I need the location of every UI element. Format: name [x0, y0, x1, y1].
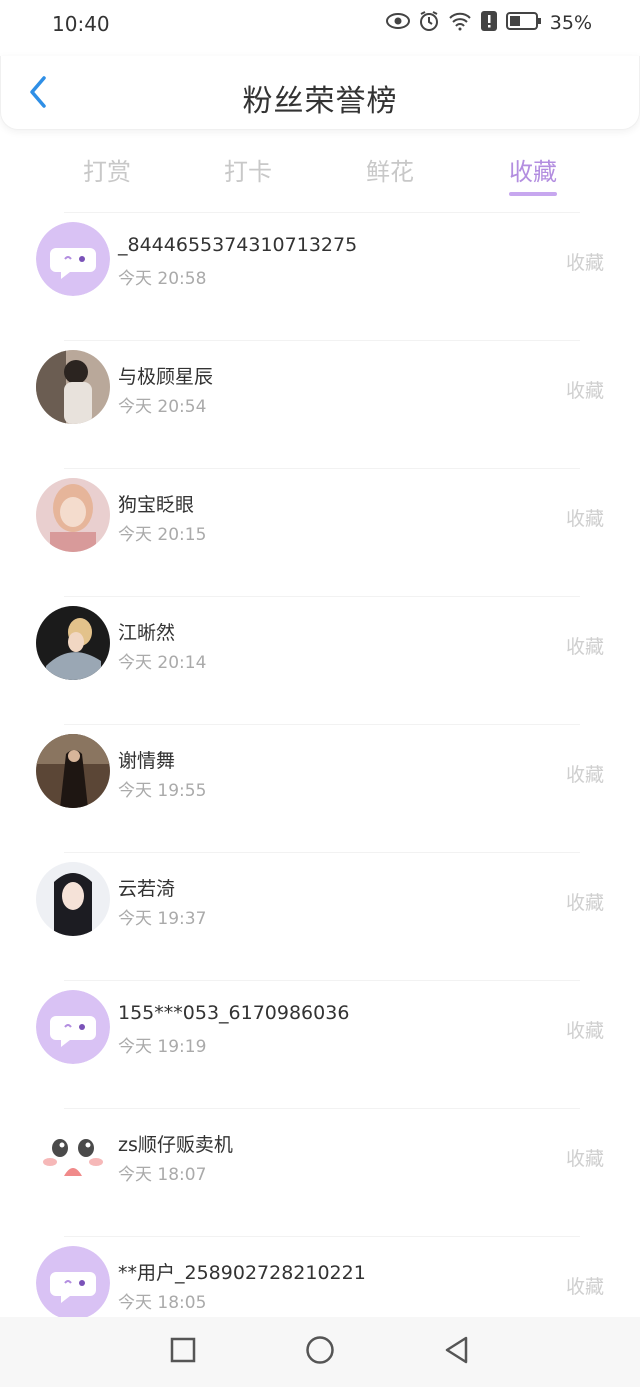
user-name: 与极顾星辰: [118, 366, 214, 388]
recents-button[interactable]: [166, 1335, 200, 1369]
wifi-icon: [448, 11, 472, 35]
divider: [64, 980, 580, 981]
action-label: 收藏: [565, 1020, 604, 1042]
divider: [64, 596, 580, 597]
list-item[interactable]: 与极顾星辰 今天 20:54 收藏: [0, 340, 640, 468]
action-label: 收藏: [565, 1276, 604, 1298]
alarm-icon: [418, 10, 440, 36]
action-label: 收藏: [565, 764, 604, 786]
system-nav-bar: [0, 1317, 640, 1387]
divider: [64, 1108, 580, 1109]
header-bar: 粉丝荣誉榜: [0, 56, 640, 130]
timestamp: 今天 20:54: [118, 397, 207, 417]
user-name: **用户_258902728210221: [118, 1262, 366, 1284]
user-name: 155***053_6170986036: [118, 1002, 350, 1024]
status-icons: 35%: [385, 10, 592, 36]
list-item[interactable]: 狗宝眨眼 今天 20:15 收藏: [0, 468, 640, 596]
status-bar: 10:40 35%: [0, 0, 640, 52]
active-tab-indicator: [509, 192, 557, 196]
tab-bar: 打赏 打卡 鲜花 收藏: [0, 140, 640, 200]
status-time: 10:40: [52, 12, 110, 36]
timestamp: 今天 19:55: [118, 781, 207, 801]
user-photo-avatar: [36, 478, 110, 552]
triangle-back-icon: [442, 1335, 472, 1369]
timestamp: 今天 20:15: [118, 525, 207, 545]
square-icon: [169, 1336, 197, 1368]
user-photo-avatar: [36, 350, 110, 424]
user-photo-avatar: [36, 734, 110, 808]
timestamp: 今天 19:37: [118, 909, 207, 929]
divider: [64, 1236, 580, 1237]
divider: [64, 852, 580, 853]
user-name: 云若渏: [118, 878, 176, 900]
action-label: 收藏: [565, 508, 604, 530]
tab-favorites[interactable]: 收藏: [483, 152, 583, 187]
circle-icon: [304, 1334, 336, 1370]
back-nav-button[interactable]: [440, 1335, 474, 1369]
user-photo-avatar: [36, 862, 110, 936]
list-item[interactable]: 云若渏 今天 19:37 收藏: [0, 852, 640, 980]
tab-reward[interactable]: 打赏: [57, 152, 157, 187]
action-label: 收藏: [565, 1148, 604, 1170]
user-name: zs顺仔贩卖机: [118, 1134, 233, 1156]
default-chat-avatar-icon: [36, 1246, 110, 1320]
action-label: 收藏: [565, 892, 604, 914]
default-chat-avatar-icon: [36, 222, 110, 296]
timestamp: 今天 18:05: [118, 1293, 207, 1313]
home-button[interactable]: [303, 1335, 337, 1369]
battery-percentage: 35%: [549, 12, 592, 34]
divider: [64, 468, 580, 469]
user-photo-avatar: [36, 606, 110, 680]
timestamp: 今天 18:07: [118, 1165, 207, 1185]
default-chat-avatar-icon: [36, 990, 110, 1064]
user-name: 谢情舞: [118, 750, 176, 772]
action-label: 收藏: [565, 636, 604, 658]
tab-flowers[interactable]: 鲜花: [340, 152, 440, 187]
battery-icon: [505, 11, 542, 35]
user-name: 狗宝眨眼: [118, 494, 195, 516]
fan-list: _8444655374310713275 今天 20:58 收藏 与极顾星辰 今…: [0, 212, 640, 1364]
action-label: 收藏: [565, 380, 604, 402]
divider: [64, 212, 580, 213]
user-name: _8444655374310713275: [118, 234, 358, 256]
tab-checkin[interactable]: 打卡: [198, 152, 298, 187]
list-item[interactable]: zs顺仔贩卖机 今天 18:07 收藏: [0, 1108, 640, 1236]
sim-alert-icon: [480, 10, 498, 36]
eye-icon: [385, 11, 410, 35]
timestamp: 今天 20:58: [118, 269, 207, 289]
action-label: 收藏: [565, 252, 604, 274]
divider: [64, 724, 580, 725]
list-item[interactable]: 江晰然 今天 20:14 收藏: [0, 596, 640, 724]
list-item[interactable]: 谢情舞 今天 19:55 收藏: [0, 724, 640, 852]
user-name: 江晰然: [118, 622, 176, 644]
cartoon-face-avatar-icon: [36, 1118, 110, 1192]
list-item[interactable]: _8444655374310713275 今天 20:58 收藏: [0, 212, 640, 340]
page-title: 粉丝荣誉榜: [242, 84, 398, 119]
divider: [64, 340, 580, 341]
timestamp: 今天 19:19: [118, 1037, 207, 1057]
list-item[interactable]: 155***053_6170986036 今天 19:19 收藏: [0, 980, 640, 1108]
timestamp: 今天 20:14: [118, 653, 207, 673]
